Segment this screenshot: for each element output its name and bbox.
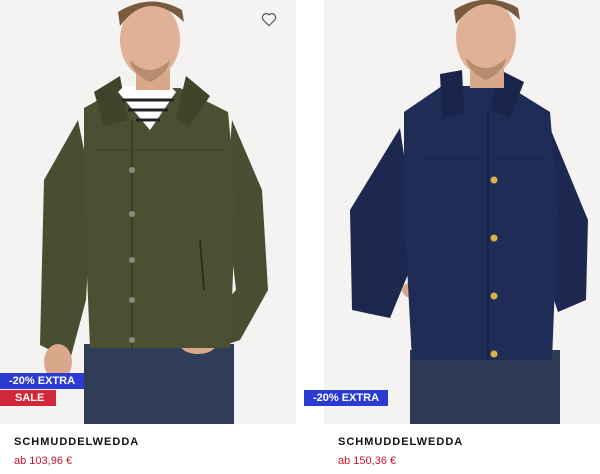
product-card[interactable]: -20% EXTRA SALE SCHMUDDELWEDDA ab 103,96… (0, 0, 296, 474)
product-brand[interactable]: SCHMUDDELWEDDA (338, 436, 463, 448)
product-price: ab 150,36 € (338, 455, 397, 467)
product-info: SCHMUDDELWEDDA ab 103,96 € (14, 436, 139, 467)
extra-discount-badge: -20% EXTRA (0, 373, 85, 389)
product-image[interactable] (0, 0, 296, 424)
product-info: SCHMUDDELWEDDA ab 150,36 € (338, 436, 463, 467)
product-card[interactable]: -20% EXTRA SCHMUDDELWEDDA ab 150,36 € (304, 0, 600, 474)
heart-outline-icon[interactable] (260, 10, 278, 28)
product-image[interactable] (324, 0, 600, 424)
badge-group: -20% EXTRA (304, 390, 389, 407)
badge-group: -20% EXTRA SALE (0, 373, 85, 407)
extra-discount-badge: -20% EXTRA (304, 390, 389, 406)
sale-badge: SALE (0, 390, 56, 406)
product-brand[interactable]: SCHMUDDELWEDDA (14, 436, 139, 448)
product-price: ab 103,96 € (14, 455, 73, 467)
